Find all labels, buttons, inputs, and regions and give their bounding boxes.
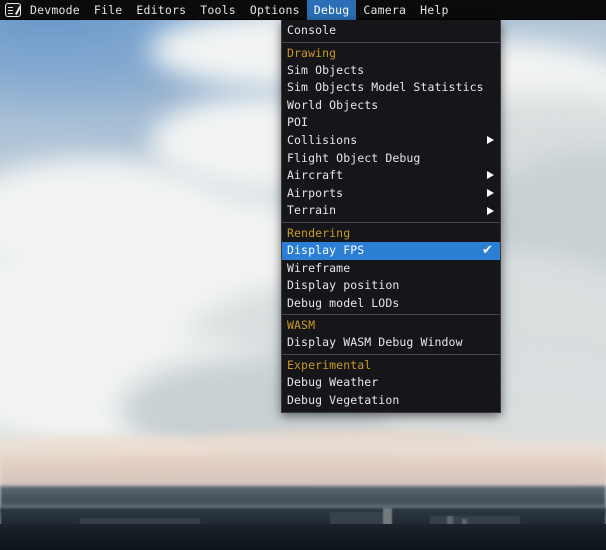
- menu-item-label: Terrain: [287, 203, 336, 217]
- chevron-right-icon: [487, 189, 494, 197]
- menu-item-console[interactable]: Console: [282, 22, 500, 40]
- menu-bar-item-help[interactable]: Help: [413, 0, 456, 20]
- menu-item-label: Display position: [287, 278, 399, 292]
- menu-item-label: POI: [287, 115, 308, 129]
- menu-item-display-position[interactable]: Display position: [282, 277, 500, 295]
- menu-item-label: World Objects: [287, 98, 378, 112]
- menu-separator: [282, 42, 500, 43]
- menu-item-airports[interactable]: Airports: [282, 185, 500, 203]
- menu-item-label: Rendering: [287, 226, 350, 240]
- menu-item-debug-weather[interactable]: Debug Weather: [282, 374, 500, 392]
- menu-bar-item-editors[interactable]: Editors: [129, 0, 193, 20]
- menu-bar-item-file[interactable]: File: [87, 0, 130, 20]
- menu-item-label: Sim Objects Model Statistics: [287, 80, 484, 94]
- menu-item-label: Aircraft: [287, 168, 343, 182]
- menu-bar-item-debug[interactable]: Debug: [307, 0, 357, 20]
- menu-bar: DevmodeFileEditorsToolsOptionsDebugCamer…: [0, 0, 606, 20]
- menu-section-drawing: Drawing: [282, 45, 500, 62]
- menu-section-rendering: Rendering: [282, 225, 500, 242]
- menu-item-label: Wireframe: [287, 261, 350, 275]
- menu-item-label: Flight Object Debug: [287, 151, 420, 165]
- menu-item-label: WASM: [287, 318, 315, 332]
- menu-item-label: Debug Vegetation: [287, 393, 399, 407]
- simulator-window: DevmodeFileEditorsToolsOptionsDebugCamer…: [0, 0, 606, 550]
- menu-item-label: Collisions: [287, 133, 357, 147]
- chevron-right-icon: [487, 207, 494, 215]
- devmode-edit-icon[interactable]: [5, 3, 21, 17]
- menu-item-sim-objects-model-statistics[interactable]: Sim Objects Model Statistics: [282, 79, 500, 97]
- menu-item-flight-object-debug[interactable]: Flight Object Debug: [282, 150, 500, 168]
- menu-item-terrain[interactable]: Terrain: [282, 202, 500, 220]
- menu-item-label: Debug Weather: [287, 375, 378, 389]
- menu-item-sim-objects[interactable]: Sim Objects: [282, 62, 500, 80]
- menu-item-poi[interactable]: POI: [282, 114, 500, 132]
- menu-bar-items: DevmodeFileEditorsToolsOptionsDebugCamer…: [21, 0, 456, 19]
- menu-item-display-wasm-debug-window[interactable]: Display WASM Debug Window: [282, 334, 500, 352]
- menu-separator: [282, 314, 500, 315]
- menu-item-display-fps[interactable]: Display FPS ✔: [282, 242, 500, 260]
- menu-bar-item-devmode[interactable]: Devmode: [23, 0, 87, 20]
- menu-section-experimental: Experimental: [282, 357, 500, 374]
- menu-bar-item-tools[interactable]: Tools: [193, 0, 243, 20]
- chevron-right-icon: [487, 136, 494, 144]
- menu-item-debug-vegetation[interactable]: Debug Vegetation: [282, 392, 500, 410]
- debug-dropdown-menu[interactable]: Console Drawing Sim Objects Sim Objects Mod…: [281, 20, 501, 413]
- menu-bar-item-camera[interactable]: Camera: [356, 0, 413, 20]
- chevron-right-icon: [487, 171, 494, 179]
- menu-bar-item-options[interactable]: Options: [243, 0, 307, 20]
- menu-item-world-objects[interactable]: World Objects: [282, 97, 500, 115]
- menu-item-wireframe[interactable]: Wireframe: [282, 260, 500, 278]
- menu-item-label: Display WASM Debug Window: [287, 335, 463, 349]
- menu-item-collisions[interactable]: Collisions: [282, 132, 500, 150]
- menu-item-label: Experimental: [287, 358, 371, 372]
- check-icon: ✔: [482, 245, 494, 257]
- menu-item-label: Display FPS: [287, 243, 364, 257]
- menu-section-wasm: WASM: [282, 317, 500, 334]
- city-foreground: [0, 524, 606, 550]
- menu-item-label: Console: [287, 23, 336, 37]
- menu-item-label: Airports: [287, 186, 343, 200]
- menu-item-aircraft[interactable]: Aircraft: [282, 167, 500, 185]
- menu-item-label: Sim Objects: [287, 63, 364, 77]
- menu-item-debug-model-lods[interactable]: Debug model LODs: [282, 295, 500, 313]
- horizon: [0, 430, 606, 490]
- menu-separator: [282, 354, 500, 355]
- menu-separator: [282, 222, 500, 223]
- menu-item-label: Drawing: [287, 46, 336, 60]
- menu-item-label: Debug model LODs: [287, 296, 399, 310]
